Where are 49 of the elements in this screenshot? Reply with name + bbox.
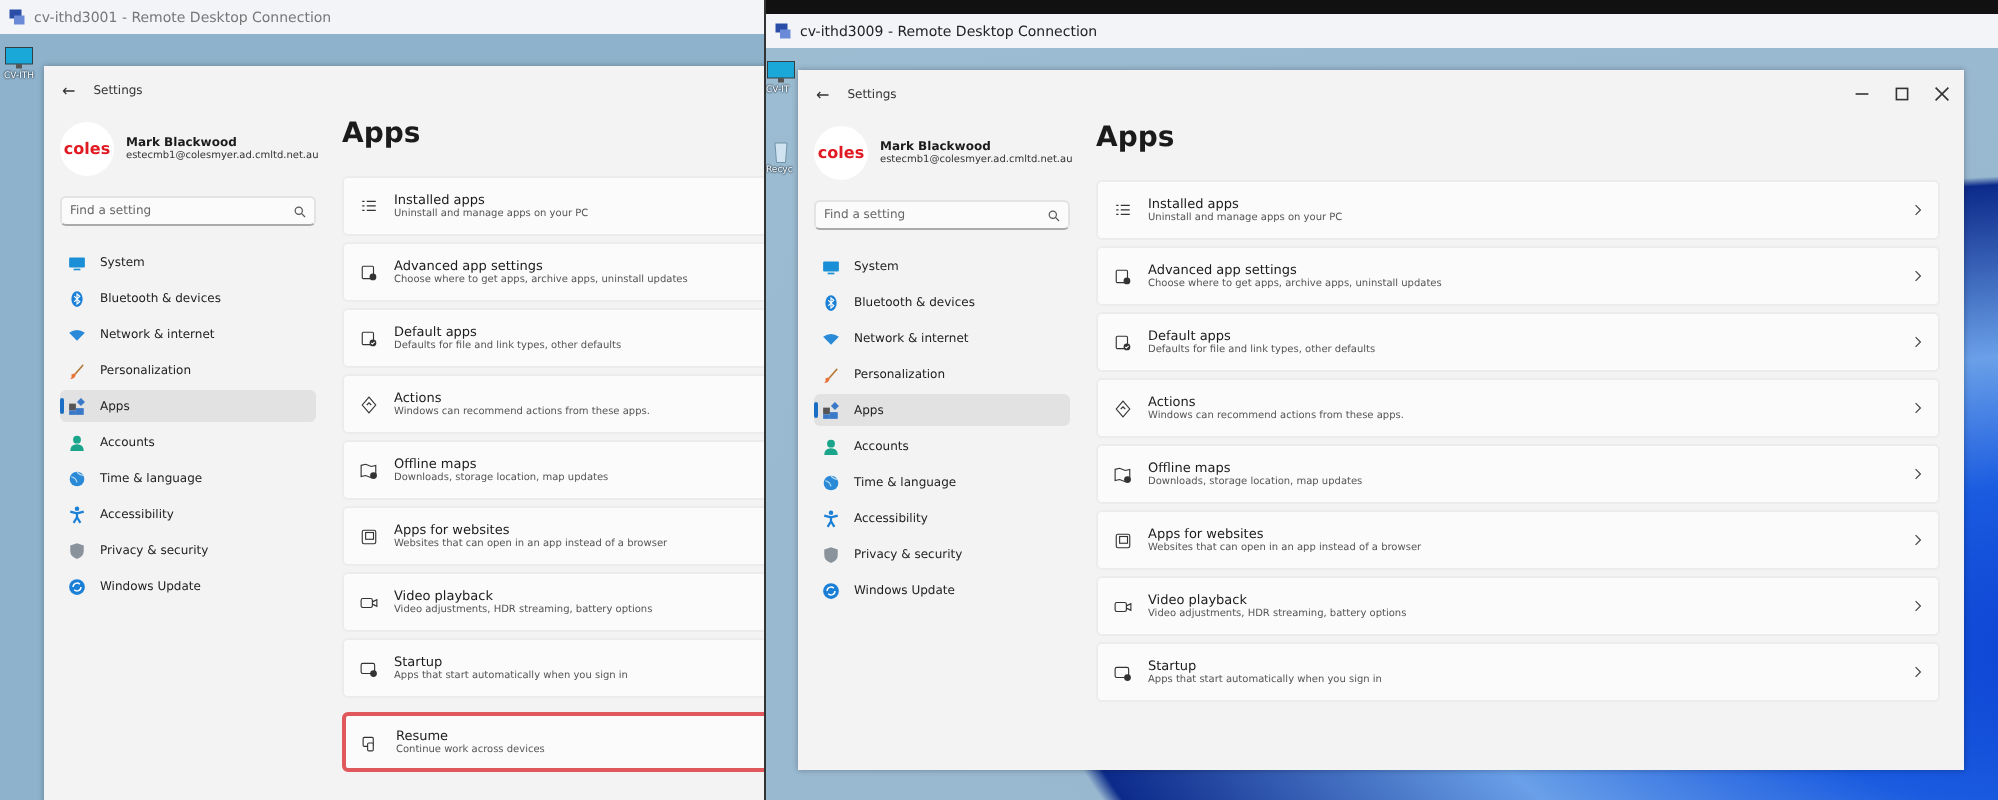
shield-icon bbox=[68, 541, 86, 559]
video-camera-icon bbox=[360, 593, 378, 611]
monitor-icon[interactable] bbox=[766, 60, 796, 84]
map-icon bbox=[360, 461, 378, 479]
person-icon bbox=[822, 437, 840, 455]
back-button[interactable]: ← bbox=[810, 85, 836, 103]
app-settings-icon bbox=[1114, 267, 1132, 285]
remote-desktop-icon bbox=[8, 8, 26, 26]
globe-icon bbox=[822, 473, 840, 491]
app-settings-icon bbox=[360, 263, 378, 281]
globe-icon bbox=[68, 469, 86, 487]
maximize-icon bbox=[1894, 86, 1910, 102]
search-icon bbox=[294, 205, 306, 217]
back-button[interactable]: ← bbox=[56, 81, 82, 99]
logo-avatar: coles bbox=[60, 121, 114, 175]
default-apps-icon bbox=[360, 329, 378, 347]
page-heading: Apps bbox=[342, 118, 423, 154]
wifi-icon bbox=[822, 329, 840, 347]
close-icon bbox=[1934, 86, 1950, 102]
apps-icon bbox=[822, 401, 840, 419]
logo-avatar: coles bbox=[814, 125, 868, 179]
app-window-icon bbox=[1114, 531, 1132, 549]
shield-icon bbox=[822, 545, 840, 563]
startup-icon bbox=[360, 659, 378, 677]
search-icon bbox=[1048, 209, 1060, 221]
startup-icon bbox=[1114, 663, 1132, 681]
person-icon bbox=[68, 433, 86, 451]
bluetooth-icon bbox=[822, 293, 840, 311]
wifi-icon bbox=[68, 325, 86, 343]
accessibility-icon bbox=[68, 505, 86, 523]
brush-icon bbox=[822, 365, 840, 383]
map-icon bbox=[1114, 465, 1132, 483]
video-camera-icon bbox=[1114, 597, 1132, 615]
update-icon bbox=[68, 577, 86, 595]
list-icon bbox=[360, 197, 378, 215]
devices-icon bbox=[362, 733, 380, 751]
default-apps-icon bbox=[1114, 333, 1132, 351]
bluetooth-icon bbox=[68, 289, 86, 307]
list-icon bbox=[1114, 201, 1132, 219]
display-icon bbox=[68, 253, 86, 271]
page-heading: Apps bbox=[1096, 122, 1177, 158]
update-icon bbox=[822, 581, 840, 599]
display-icon bbox=[822, 257, 840, 275]
monitor-icon[interactable] bbox=[4, 46, 34, 70]
brush-icon bbox=[68, 361, 86, 379]
app-window-icon bbox=[360, 527, 378, 545]
accessibility-icon bbox=[822, 509, 840, 527]
remote-desktop-icon bbox=[774, 22, 792, 40]
apps-icon bbox=[68, 397, 86, 415]
